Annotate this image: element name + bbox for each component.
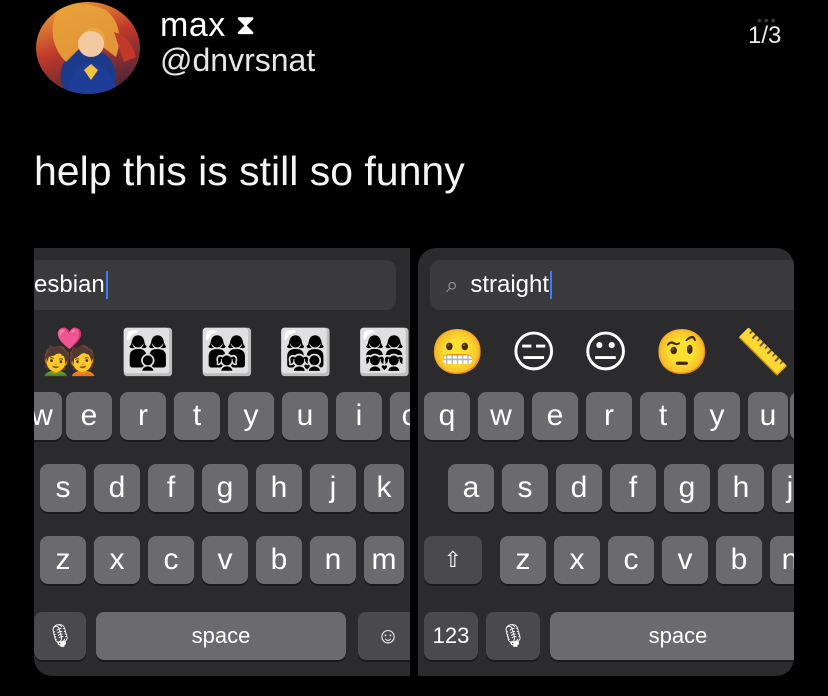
key-w[interactable]: w — [34, 392, 62, 440]
key-n[interactable]: n — [310, 536, 356, 584]
key-y[interactable]: y — [228, 392, 274, 440]
key-z[interactable]: z — [500, 536, 546, 584]
key-b[interactable]: b — [256, 536, 302, 584]
emoji-suggestion[interactable]: 😑 — [511, 327, 557, 378]
image-page-counter: 1/3 — [748, 22, 782, 49]
search-icon: ⌕ — [446, 272, 459, 297]
key-w[interactable]: w — [478, 392, 524, 440]
search-text: esbian — [34, 271, 105, 298]
emoji-suggestion[interactable]: 📏 — [735, 326, 790, 378]
key-g[interactable]: g — [202, 464, 248, 512]
key-e[interactable]: e — [532, 392, 578, 440]
search-text: straight — [470, 271, 550, 298]
key-r[interactable]: r — [120, 392, 166, 440]
key-s[interactable]: s — [40, 464, 86, 512]
emoji-suggestion[interactable]: 👩‍👩‍👧 — [200, 326, 255, 378]
emoji-suggestion[interactable]: 👩‍👩‍👦 — [121, 326, 176, 378]
key-a[interactable]: a — [448, 464, 494, 512]
key-x[interactable]: x — [94, 536, 140, 584]
space-key[interactable]: space — [550, 612, 794, 660]
key-k[interactable]: k — [364, 464, 404, 512]
emoji-suggestions-left: 💑 👩‍👩‍👦 👩‍👩‍👧 👩‍👩‍👧‍👦 👩‍👩‍👧‍👧 — [34, 322, 410, 382]
emoji-suggestion[interactable]: 👩‍👩‍👧‍👦 — [278, 326, 333, 378]
text-caret — [105, 271, 108, 299]
key-q[interactable]: q — [424, 392, 470, 440]
key-t[interactable]: t — [640, 392, 686, 440]
key-v[interactable]: v — [662, 536, 708, 584]
emoji-search-field-right[interactable]: ⌕ straight — [430, 260, 794, 310]
avatar[interactable] — [36, 2, 140, 94]
key-n[interactable]: n — [770, 536, 794, 584]
key-h[interactable]: h — [256, 464, 302, 512]
key-c[interactable]: c — [148, 536, 194, 584]
key-f[interactable]: f — [148, 464, 194, 512]
emoji-suggestion[interactable]: 💑 — [42, 326, 97, 378]
microphone-icon[interactable]: 🎙 — [34, 612, 86, 660]
key-r[interactable]: r — [586, 392, 632, 440]
key-h[interactable]: h — [718, 464, 764, 512]
key-y[interactable]: y — [694, 392, 740, 440]
key-v[interactable]: v — [202, 536, 248, 584]
key-i[interactable]: i — [336, 392, 382, 440]
emoji-suggestion[interactable]: 🤨 — [655, 326, 710, 378]
emoji-suggestion[interactable]: 😬 — [430, 326, 485, 378]
key-m[interactable]: m — [364, 536, 404, 584]
emoji-suggestion[interactable]: 👩‍👩‍👧‍👧 — [357, 326, 410, 378]
key-c[interactable]: c — [608, 536, 654, 584]
key-u[interactable]: u — [282, 392, 328, 440]
key-j[interactable]: j — [772, 464, 794, 512]
emoji-search-field-left[interactable]: esbian — [34, 260, 396, 310]
key-g[interactable]: g — [664, 464, 710, 512]
display-name-text[interactable]: max — [160, 6, 226, 45]
key-d[interactable]: d — [556, 464, 602, 512]
emoji-suggestions-right: 😬 😑 😐 🤨 📏 — [418, 322, 794, 382]
keyboard-screenshot-right[interactable]: ⌕ straight 😬 😑 😐 🤨 📏 q w e r t y u i a s… — [418, 248, 794, 676]
tweet-text: help this is still so funny — [34, 148, 465, 194]
key-d[interactable]: d — [94, 464, 140, 512]
key-b[interactable]: b — [716, 536, 762, 584]
emoji-suggestion[interactable]: 😐 — [583, 327, 629, 378]
key-x[interactable]: x — [554, 536, 600, 584]
key-o[interactable]: o — [390, 392, 410, 440]
key-u[interactable]: u — [748, 392, 788, 440]
key-z[interactable]: z — [40, 536, 86, 584]
avatar-image — [52, 3, 136, 94]
user-handle[interactable]: @dnvrsnat — [160, 42, 315, 79]
emoji-keyboard-icon[interactable]: ☺ — [358, 612, 410, 660]
space-key[interactable]: space — [96, 612, 346, 660]
key-s[interactable]: s — [502, 464, 548, 512]
display-name[interactable]: max ⧗ — [160, 6, 256, 45]
key-i[interactable]: i — [790, 392, 794, 440]
tweet-screenshot: max ⧗ @dnvrsnat ••• 1/3 help this is sti… — [0, 0, 828, 696]
microphone-icon[interactable]: 🎙 — [486, 612, 540, 660]
key-f[interactable]: f — [610, 464, 656, 512]
key-t[interactable]: t — [174, 392, 220, 440]
key-e[interactable]: e — [66, 392, 112, 440]
shift-icon[interactable]: ⇧ — [424, 536, 482, 584]
keyboard-screenshot-left[interactable]: esbian 💑 👩‍👩‍👦 👩‍👩‍👧 👩‍👩‍👧‍👦 👩‍👩‍👧‍👧 w e… — [34, 248, 410, 676]
numbers-key[interactable]: 123 — [424, 612, 478, 660]
hourglass-icon: ⧗ — [235, 9, 256, 40]
text-caret — [550, 271, 553, 299]
key-j[interactable]: j — [310, 464, 356, 512]
